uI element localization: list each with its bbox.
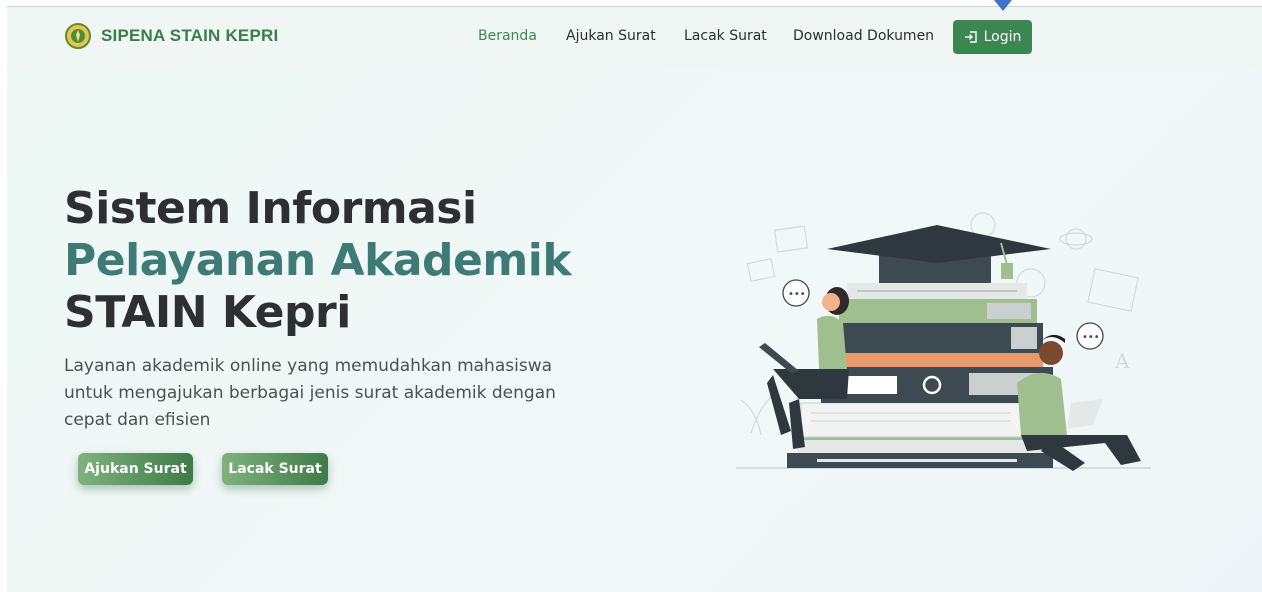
nav-link-lacak-surat[interactable]: Lacak Surat (684, 28, 767, 44)
cursor-indicator (994, 0, 1012, 11)
hero-title-line-3: STAIN Kepri (64, 287, 351, 338)
lacak-surat-button[interactable]: Lacak Surat (222, 453, 328, 485)
nav-link-ajukan-surat[interactable]: Ajukan Surat (566, 28, 656, 44)
svg-text:A: A (1114, 349, 1130, 373)
institution-seal-icon (65, 23, 91, 49)
ajukan-surat-button[interactable]: Ajukan Surat (78, 453, 193, 485)
nav-link-download-dokumen[interactable]: Download Dokumen (793, 28, 934, 44)
hero-illustration: A ••• ••• (736, 212, 1151, 471)
brand-name: SIPENA STAIN KEPRI (101, 26, 279, 45)
hero-title-line-1: Sistem Informasi (64, 183, 477, 234)
page-frame: SIPENA STAIN KEPRI Beranda Ajukan Surat … (7, 6, 1262, 592)
hero-description: Layanan akademik online yang memudahkan … (64, 356, 556, 430)
login-button[interactable]: Login (953, 20, 1032, 54)
hero-title: Sistem Informasi Pelayanan Akademik STAI… (64, 183, 624, 339)
login-icon (964, 31, 977, 43)
hero-title-line-2: Pelayanan Akademik (64, 235, 572, 286)
login-label: Login (983, 29, 1022, 45)
svg-text:•••: ••• (1082, 332, 1100, 343)
nav-link-beranda[interactable]: Beranda (478, 28, 537, 44)
svg-text:•••: ••• (788, 289, 806, 300)
brand[interactable]: SIPENA STAIN KEPRI (65, 23, 278, 49)
navbar: SIPENA STAIN KEPRI Beranda Ajukan Surat … (7, 7, 1262, 66)
